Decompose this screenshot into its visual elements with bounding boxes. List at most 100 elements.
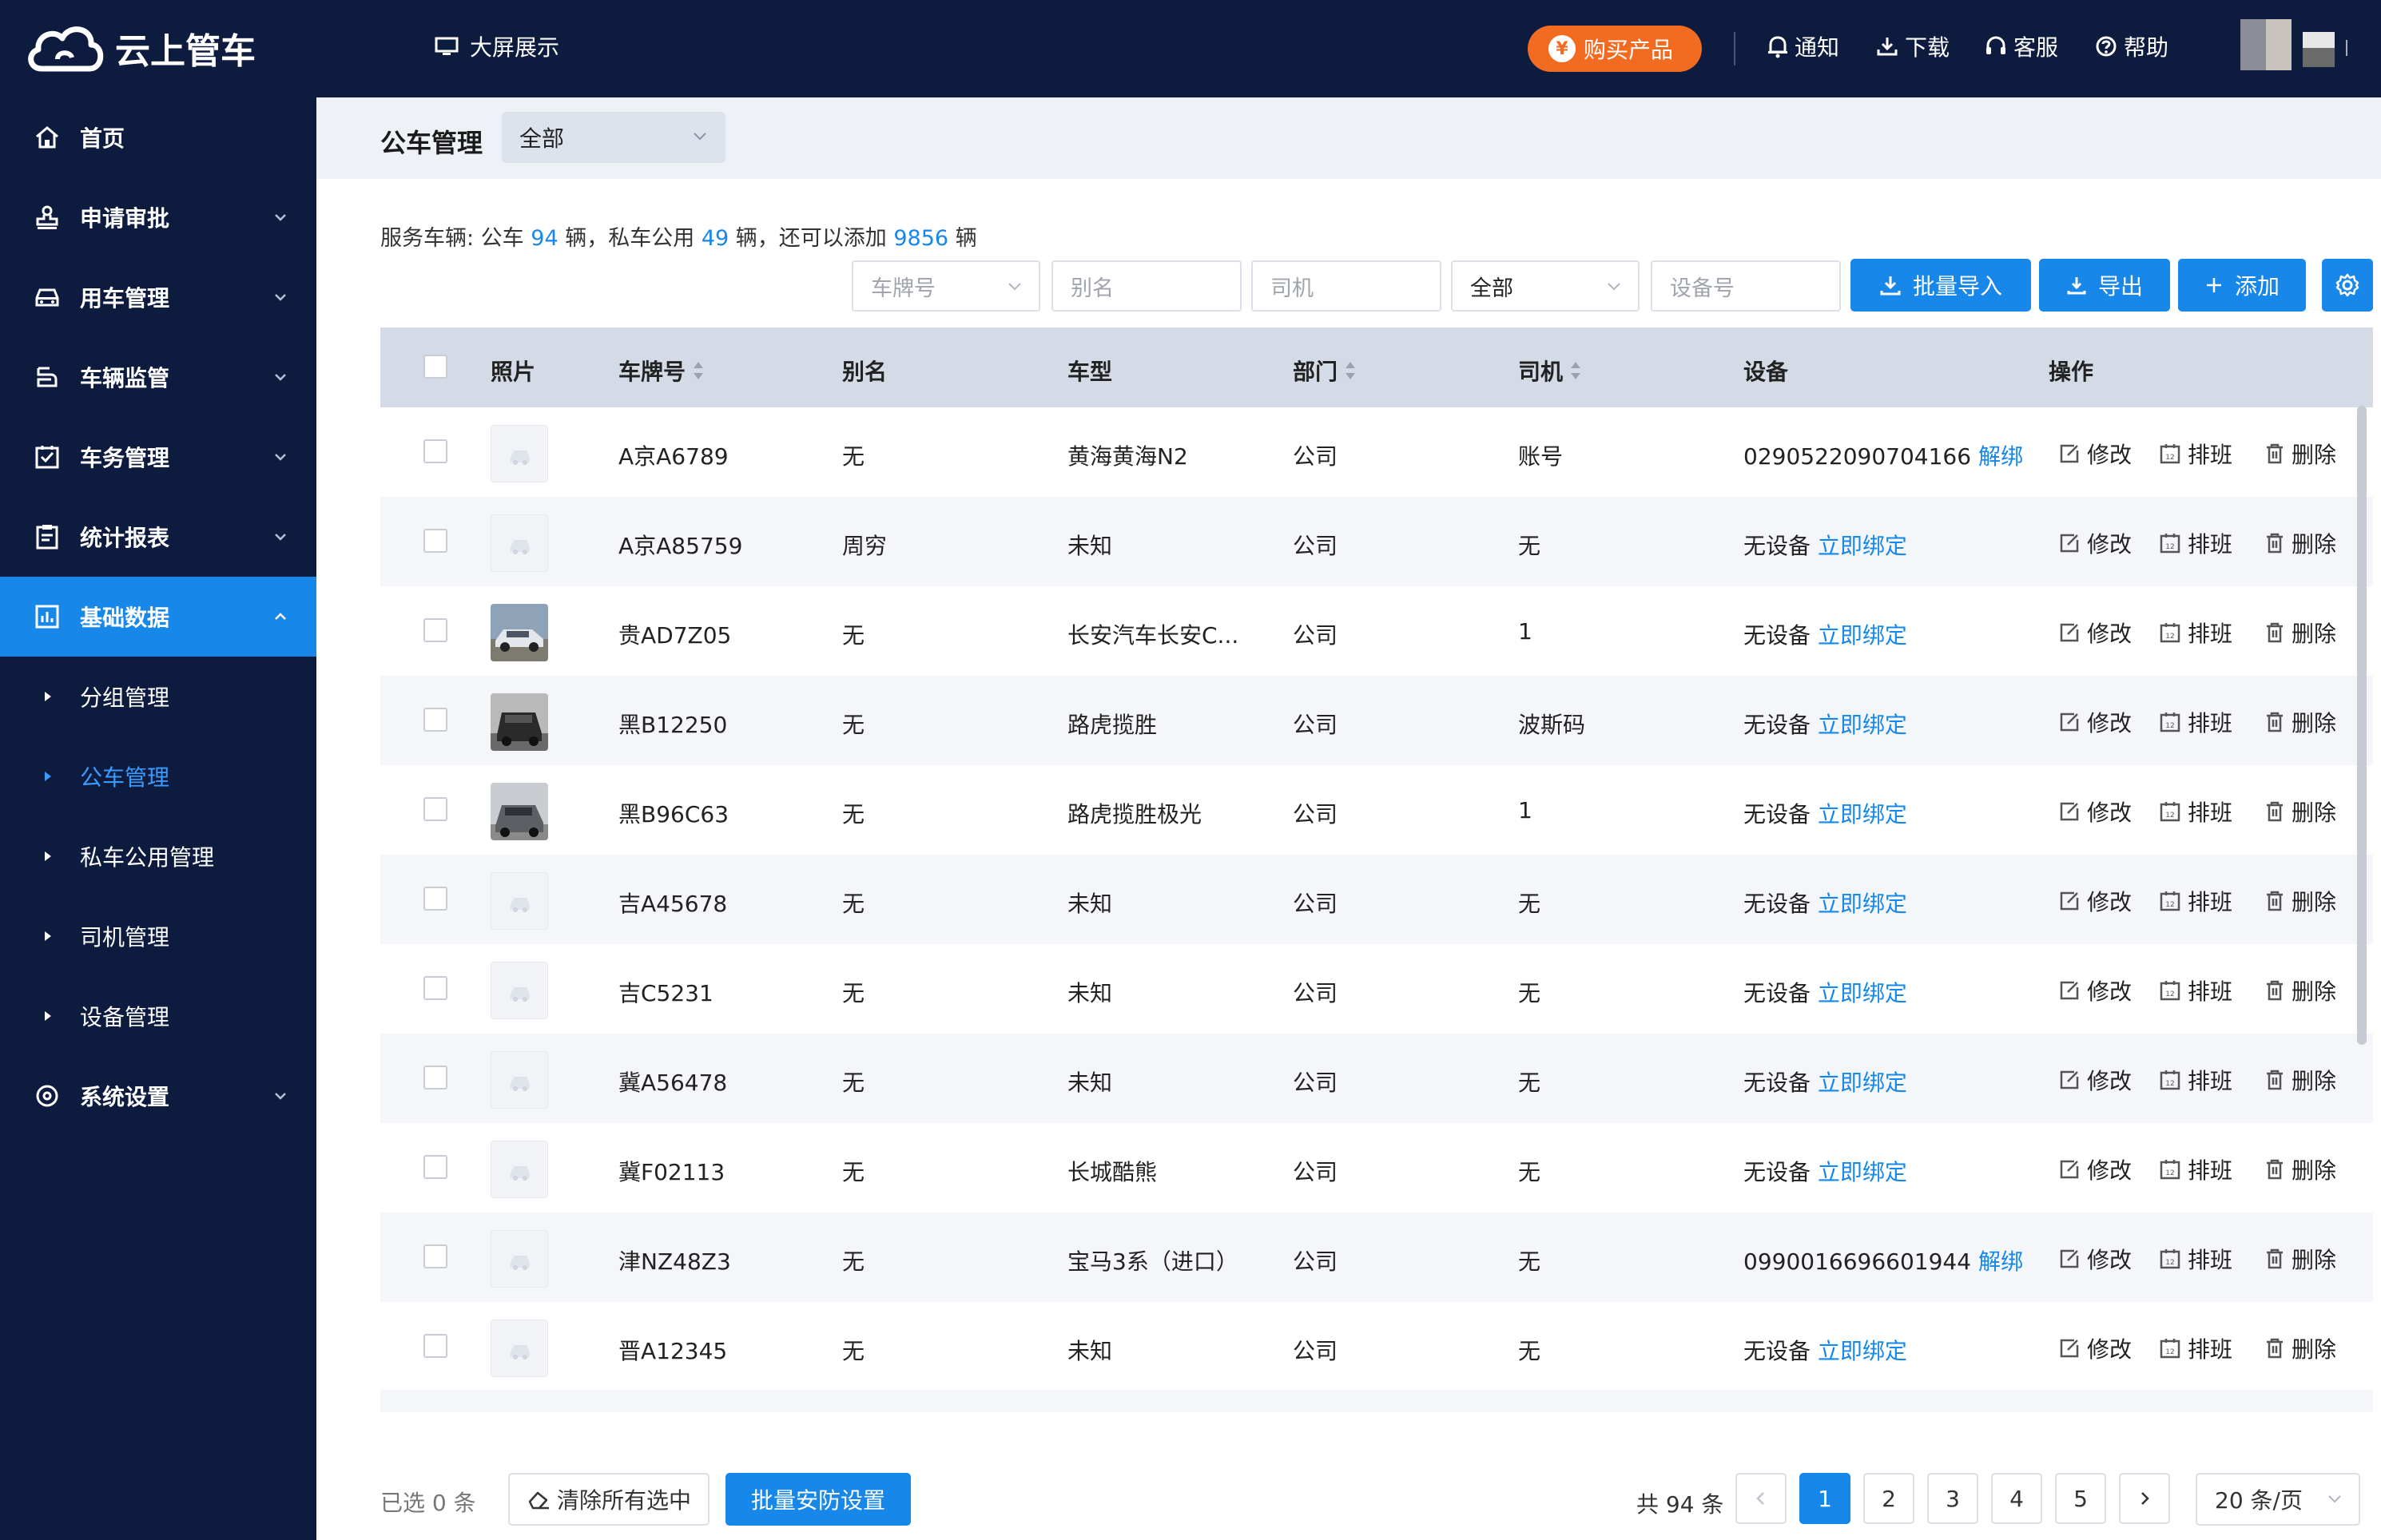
- header-driver[interactable]: 司机: [1518, 355, 1581, 387]
- car-photo[interactable]: [491, 872, 548, 930]
- car-photo[interactable]: [491, 1230, 548, 1288]
- sidebar-item-reports[interactable]: 统计报表: [0, 497, 316, 577]
- column-settings-button[interactable]: [2322, 259, 2373, 312]
- car-photo[interactable]: [491, 693, 548, 751]
- schedule-button[interactable]: 12 排班: [2159, 1153, 2232, 1185]
- sidebar-item-system-settings[interactable]: 系统设置: [0, 1056, 316, 1136]
- delete-button[interactable]: 删除: [2264, 974, 2336, 1006]
- device-action-link[interactable]: 立即绑定: [1818, 891, 1907, 917]
- device-action-link[interactable]: 立即绑定: [1818, 1159, 1907, 1185]
- user-name-blurred[interactable]: [2303, 32, 2335, 67]
- car-photo[interactable]: [491, 425, 548, 482]
- table-bottom-scroll[interactable]: [380, 1390, 2373, 1412]
- prev-page-button[interactable]: [1735, 1473, 1787, 1524]
- device-action-link[interactable]: 立即绑定: [1818, 1338, 1907, 1364]
- car-photo[interactable]: [491, 1141, 548, 1198]
- row-checkbox[interactable]: [423, 976, 447, 1000]
- sidebar-item-home[interactable]: 首页: [0, 97, 316, 177]
- sidebar-item-car-affairs[interactable]: 车务管理: [0, 417, 316, 497]
- car-photo[interactable]: [491, 604, 548, 661]
- edit-button[interactable]: 修改: [2058, 617, 2132, 649]
- edit-button[interactable]: 修改: [2058, 796, 2132, 828]
- delete-button[interactable]: 删除: [2264, 617, 2336, 649]
- page-1[interactable]: 1: [1799, 1473, 1850, 1524]
- row-checkbox[interactable]: [423, 1155, 447, 1179]
- sidebar-item-approval[interactable]: 申请审批: [0, 177, 316, 257]
- page-3[interactable]: 3: [1927, 1473, 1978, 1524]
- delete-button[interactable]: 删除: [2264, 1153, 2336, 1185]
- select-all-checkbox[interactable]: [423, 355, 447, 379]
- header-dept[interactable]: 部门: [1293, 355, 1356, 387]
- edit-button[interactable]: 修改: [2058, 1243, 2132, 1275]
- device-action-link[interactable]: 立即绑定: [1818, 1070, 1907, 1096]
- sidebar-item-car-use[interactable]: 用车管理: [0, 257, 316, 337]
- edit-button[interactable]: 修改: [2058, 1153, 2132, 1185]
- sidebar-subitem-devices[interactable]: 设备管理: [0, 976, 316, 1056]
- device-action-link[interactable]: 解绑: [1978, 443, 2023, 470]
- car-photo[interactable]: [491, 783, 548, 840]
- batch-security-button[interactable]: 批量安防设置: [725, 1473, 911, 1526]
- delete-button[interactable]: 删除: [2264, 438, 2336, 470]
- delete-button[interactable]: 删除: [2264, 706, 2336, 738]
- buy-product-button[interactable]: ¥ 购买产品: [1528, 26, 1702, 72]
- edit-button[interactable]: 修改: [2058, 885, 2132, 917]
- edit-button[interactable]: 修改: [2058, 706, 2132, 738]
- app-logo[interactable]: 云上管车: [26, 18, 256, 78]
- service-link[interactable]: 客服: [1985, 30, 2058, 62]
- scope-select[interactable]: 全部: [502, 112, 725, 163]
- header-plate[interactable]: 车牌号: [618, 355, 704, 387]
- notify-link[interactable]: 通知: [1767, 30, 1839, 62]
- sidebar-item-vehicle-monitor[interactable]: 车辆监管: [0, 337, 316, 417]
- row-checkbox[interactable]: [423, 797, 447, 821]
- row-checkbox[interactable]: [423, 529, 447, 553]
- schedule-button[interactable]: 12 排班: [2159, 706, 2232, 738]
- edit-button[interactable]: 修改: [2058, 974, 2132, 1006]
- download-link[interactable]: 下载: [1876, 30, 1950, 62]
- device-action-link[interactable]: 解绑: [1978, 1248, 2023, 1275]
- device-action-link[interactable]: 立即绑定: [1818, 533, 1907, 559]
- row-checkbox[interactable]: [423, 1244, 447, 1268]
- device-action-link[interactable]: 立即绑定: [1818, 980, 1907, 1006]
- sidebar-item-basic-data[interactable]: 基础数据: [0, 577, 316, 657]
- schedule-button[interactable]: 12 排班: [2159, 974, 2232, 1006]
- sidebar-subitem-drivers[interactable]: 司机管理: [0, 896, 316, 976]
- row-checkbox[interactable]: [423, 439, 447, 463]
- device-action-link[interactable]: 立即绑定: [1818, 622, 1907, 649]
- row-checkbox[interactable]: [423, 887, 447, 911]
- car-photo[interactable]: [491, 962, 548, 1019]
- schedule-button[interactable]: 12 排班: [2159, 438, 2232, 470]
- page-size-select[interactable]: 20 条/页: [2196, 1473, 2360, 1526]
- delete-button[interactable]: 删除: [2264, 796, 2336, 828]
- schedule-button[interactable]: 12 排班: [2159, 1332, 2232, 1364]
- row-checkbox[interactable]: [423, 1334, 447, 1358]
- car-photo[interactable]: [491, 1051, 548, 1109]
- schedule-button[interactable]: 12 排班: [2159, 885, 2232, 917]
- add-button[interactable]: 添加: [2178, 259, 2306, 312]
- driver-input[interactable]: 司机: [1251, 260, 1441, 312]
- car-photo[interactable]: [491, 1320, 548, 1377]
- delete-button[interactable]: 删除: [2264, 1332, 2336, 1364]
- sidebar-subitem-public-cars[interactable]: 公车管理: [0, 736, 316, 816]
- schedule-button[interactable]: 12 排班: [2159, 1243, 2232, 1275]
- schedule-button[interactable]: 12 排班: [2159, 796, 2232, 828]
- plate-filter-select[interactable]: 车牌号: [852, 260, 1040, 312]
- help-link[interactable]: 帮助: [2095, 30, 2168, 62]
- sort-icon[interactable]: [694, 362, 704, 379]
- sort-icon[interactable]: [1346, 362, 1356, 379]
- row-checkbox[interactable]: [423, 618, 447, 642]
- next-page-button[interactable]: [2119, 1473, 2170, 1524]
- schedule-button[interactable]: 12 排班: [2159, 1064, 2232, 1096]
- device-action-link[interactable]: 立即绑定: [1818, 712, 1907, 738]
- page-4[interactable]: 4: [1991, 1473, 2042, 1524]
- big-screen-link[interactable]: 大屏展示: [435, 30, 559, 62]
- page-2[interactable]: 2: [1863, 1473, 1914, 1524]
- page-5[interactable]: 5: [2055, 1473, 2106, 1524]
- sort-icon[interactable]: [1571, 362, 1581, 379]
- car-photo[interactable]: [491, 514, 548, 572]
- status-select[interactable]: 全部: [1451, 260, 1640, 312]
- batch-import-button[interactable]: 批量导入: [1850, 259, 2031, 312]
- edit-button[interactable]: 修改: [2058, 438, 2132, 470]
- row-checkbox[interactable]: [423, 1066, 447, 1090]
- user-menu-caret[interactable]: [2346, 40, 2357, 56]
- clear-selection-button[interactable]: 清除所有选中: [508, 1473, 710, 1526]
